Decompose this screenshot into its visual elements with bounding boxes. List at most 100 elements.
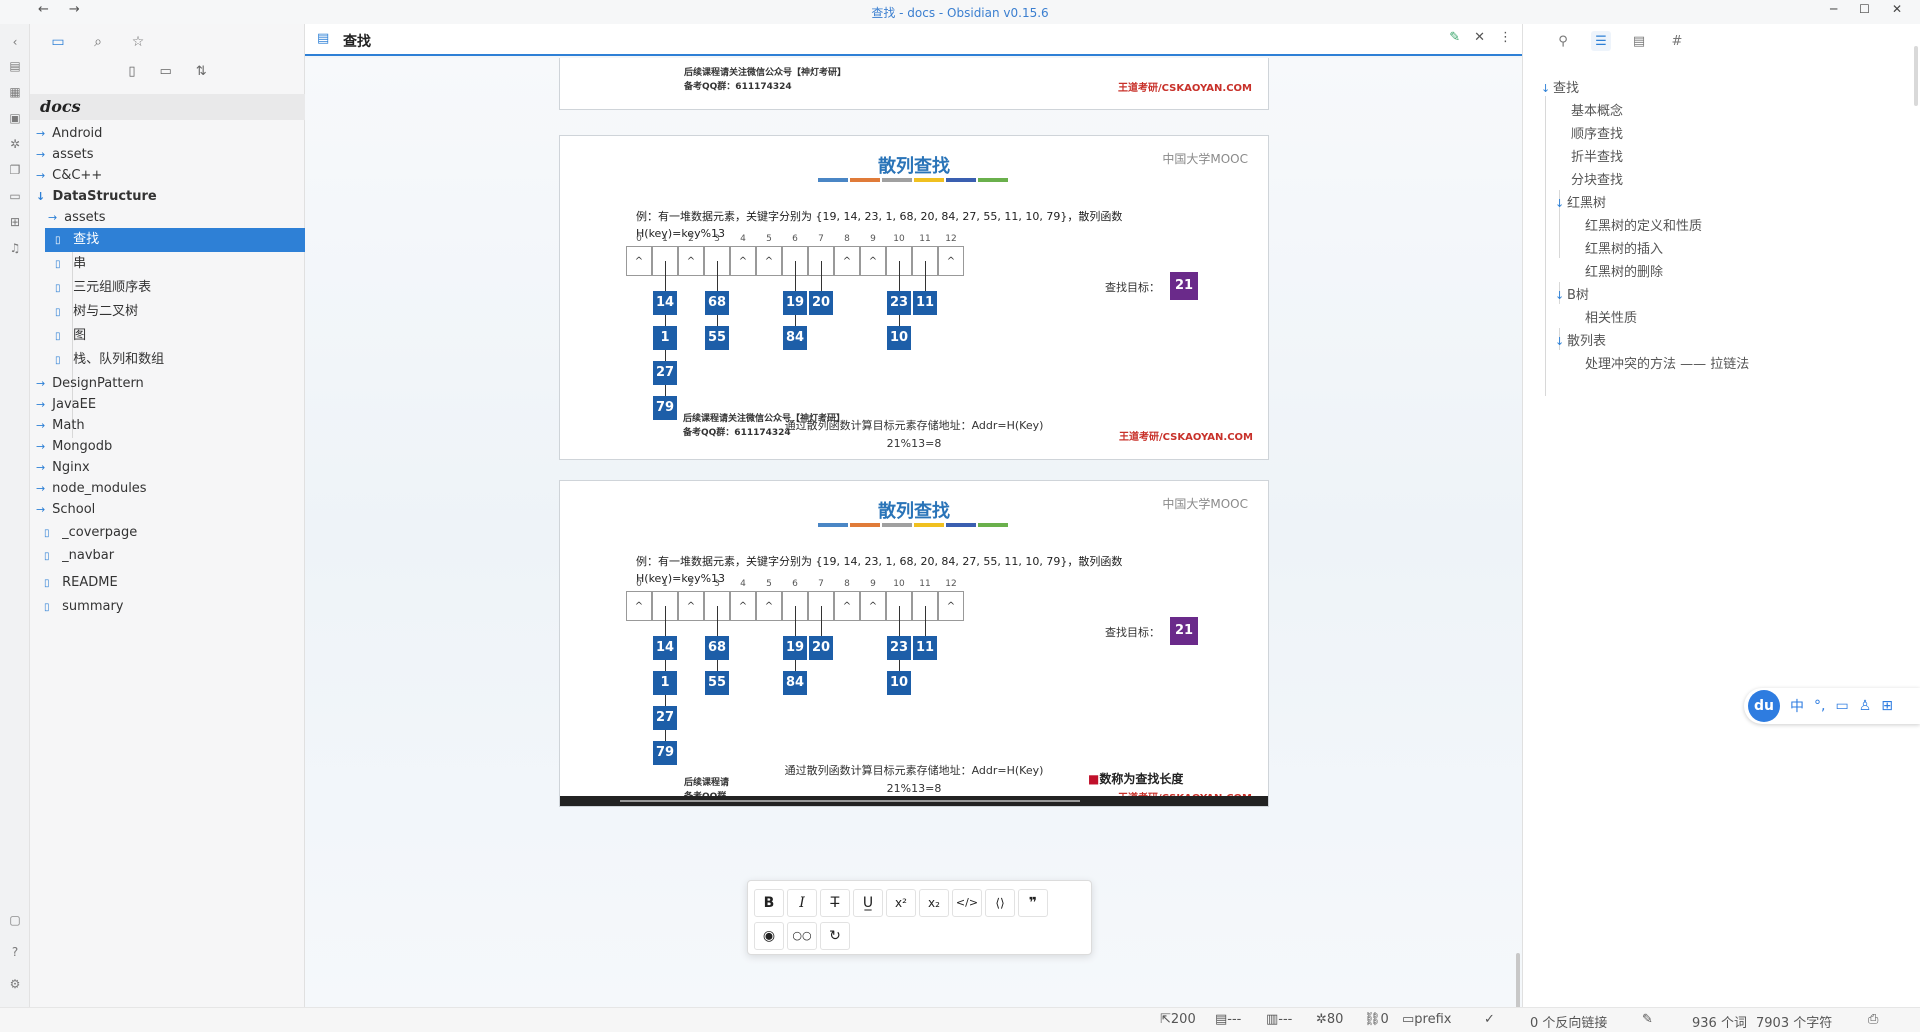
reading-glasses-icon[interactable]: ○○	[787, 922, 817, 950]
new-folder-icon[interactable]: ▭	[159, 64, 171, 92]
files-folder-icon[interactable]: ▭	[48, 32, 68, 52]
plugins-icon[interactable]: ⊞	[7, 214, 23, 230]
tree-label: Nginx	[52, 460, 90, 475]
ime-grid-icon[interactable]: ⊞	[1881, 698, 1893, 714]
tree-file[interactable]: ▯ 串	[55, 252, 295, 276]
edit-mode-icon[interactable]: ✎	[1642, 1012, 1653, 1027]
tree-file[interactable]: ▯ 栈、队列和数组	[55, 348, 295, 372]
status-item[interactable]: ▭prefix	[1402, 1012, 1452, 1027]
link-icon: ⛓	[1364, 1012, 1381, 1027]
strikethrough-button[interactable]: T̶	[820, 889, 850, 917]
tree-file[interactable]: ▯ summary	[44, 595, 294, 619]
settings-gear-icon[interactable]: ⚙	[7, 976, 23, 992]
outline-heading[interactable]: 基本概念	[1571, 101, 1623, 123]
bookmark-star-icon[interactable]: ☆	[128, 32, 148, 52]
ime-user-icon[interactable]: ♙	[1859, 698, 1872, 714]
slides-icon[interactable]: ▭	[7, 188, 23, 204]
more-options-icon[interactable]: ⋮	[1499, 30, 1512, 45]
ime-logo[interactable]: du	[1748, 690, 1780, 722]
tree-folder[interactable]: → assets	[48, 206, 288, 230]
italic-button[interactable]: I	[787, 889, 817, 917]
tree-file[interactable]: ▯ 图	[55, 324, 295, 348]
help-icon[interactable]: ?	[7, 944, 23, 960]
outline-label: 基本概念	[1571, 104, 1624, 119]
search-icon[interactable]: ⌕	[88, 32, 108, 52]
minimize-icon[interactable]: ─	[1830, 2, 1837, 16]
maximize-icon[interactable]: ☐	[1859, 2, 1870, 16]
video-progress[interactable]	[620, 800, 1080, 802]
tags-hash-icon[interactable]: #	[1667, 31, 1687, 51]
superscript-button[interactable]: x²	[886, 889, 916, 917]
tree-file[interactable]: ▯ 树与二叉树	[55, 300, 295, 324]
tree-file[interactable]: ▯ 三元组顺序表	[55, 276, 295, 300]
code-block-button[interactable]: ⟨⟩	[985, 889, 1015, 917]
status-item[interactable]: ▤---	[1215, 1012, 1241, 1027]
outline-heading[interactable]: ↓ 散列表	[1555, 331, 1606, 353]
table-of-contents-icon[interactable]: ▤	[1629, 31, 1649, 51]
tree-file-active[interactable]: ▯ 查找	[45, 228, 305, 252]
ime-punct-toggle[interactable]: °,	[1814, 698, 1825, 714]
inline-code-button[interactable]: </>	[952, 889, 982, 917]
sync-check-icon[interactable]: ✓	[1484, 1012, 1495, 1027]
video-controls[interactable]	[560, 796, 1268, 806]
hash-index-label: 2	[688, 579, 694, 589]
collapse-sidebar-icon[interactable]: ‹	[7, 34, 23, 50]
outline-heading[interactable]: 红黑树的删除	[1585, 262, 1663, 284]
redo-icon[interactable]: ↻	[820, 922, 850, 950]
outline-heading[interactable]: 相关性质	[1585, 308, 1637, 330]
table-icon[interactable]: ▤	[7, 58, 23, 74]
status-item[interactable]: ▥---	[1266, 1012, 1292, 1027]
content-scrollbar[interactable]	[1516, 953, 1520, 1007]
status-value: prefix	[1414, 1012, 1452, 1027]
vault-switch-icon[interactable]: ▢	[7, 912, 23, 928]
chain-node: 79	[653, 741, 677, 765]
outline-heading[interactable]: 折半查找	[1571, 147, 1623, 169]
outline-heading[interactable]: 处理冲突的方法 —— 拉链法	[1585, 354, 1749, 376]
hash-bucket-cell: ^	[938, 591, 964, 621]
bold-button[interactable]: B	[754, 889, 784, 917]
tree-file[interactable]: ▯ _coverpage	[44, 521, 294, 545]
status-item[interactable]: ⛓0	[1364, 1012, 1389, 1027]
status-item[interactable]: ⇱200	[1160, 1012, 1196, 1027]
quote-button[interactable]: ❞	[1018, 889, 1048, 917]
close-tab-icon[interactable]: ✕	[1474, 30, 1485, 45]
outline-heading[interactable]: ↓ 查找	[1541, 78, 1579, 100]
new-note-icon[interactable]: ▯	[128, 64, 135, 92]
backlinks-count[interactable]: 0 个反向链接	[1530, 1012, 1607, 1031]
preview-eye-icon[interactable]: ◉	[754, 922, 784, 950]
print-icon[interactable]: ⎙	[1868, 1012, 1878, 1027]
close-window-icon[interactable]: ✕	[1892, 2, 1902, 16]
underline-button[interactable]: U̲	[853, 889, 883, 917]
outline-heading[interactable]: 红黑树的定义和性质	[1585, 216, 1702, 238]
subscript-button[interactable]: x₂	[919, 889, 949, 917]
daily-note-icon[interactable]: ▣	[7, 110, 23, 126]
tree-file[interactable]: ▯ README	[44, 571, 294, 595]
microphone-icon[interactable]: ♫	[7, 240, 23, 256]
mooc-logo: 中国大学MOOC	[1162, 497, 1248, 511]
outline-heading[interactable]: 红黑树的插入	[1585, 239, 1663, 261]
hash-index-label: 5	[766, 579, 772, 589]
outline-heading[interactable]: ↓ 红黑树	[1555, 193, 1606, 215]
copy-icon[interactable]: ❐	[7, 162, 23, 178]
outline-heading[interactable]: ↓ B树	[1555, 285, 1589, 307]
graph-icon[interactable]: ✲	[7, 136, 23, 152]
outline-heading[interactable]: 分块查找	[1571, 170, 1623, 192]
table-icon: ▤	[1215, 1012, 1228, 1027]
sidebar-scrollbar[interactable]	[1914, 46, 1918, 106]
ime-skin-icon[interactable]: ▭	[1835, 698, 1848, 714]
kanban-icon[interactable]: ▦	[7, 84, 23, 100]
note-content[interactable]: 后续课程请关注微信公众号【神灯考研】 备考QQ群：611174324 王道考研/…	[305, 58, 1522, 1007]
sort-icon[interactable]: ⇅	[196, 64, 207, 92]
color-bar	[946, 523, 976, 527]
status-item[interactable]: ✲80	[1316, 1012, 1343, 1027]
ime-mode-toggle[interactable]: 中	[1790, 696, 1804, 716]
tree-folder[interactable]: → School	[36, 498, 296, 522]
note-title[interactable]: 查找	[343, 31, 371, 51]
tree-file[interactable]: ▯ _navbar	[44, 544, 294, 568]
color-bar	[882, 178, 912, 182]
outline-heading[interactable]: 顺序查找	[1571, 124, 1623, 146]
vault-name[interactable]: docs	[30, 94, 305, 120]
backlinks-icon[interactable]: ⚲	[1553, 31, 1573, 51]
edit-pencil-icon[interactable]: ✎	[1449, 30, 1460, 45]
outline-list-icon[interactable]: ☰	[1591, 31, 1611, 51]
